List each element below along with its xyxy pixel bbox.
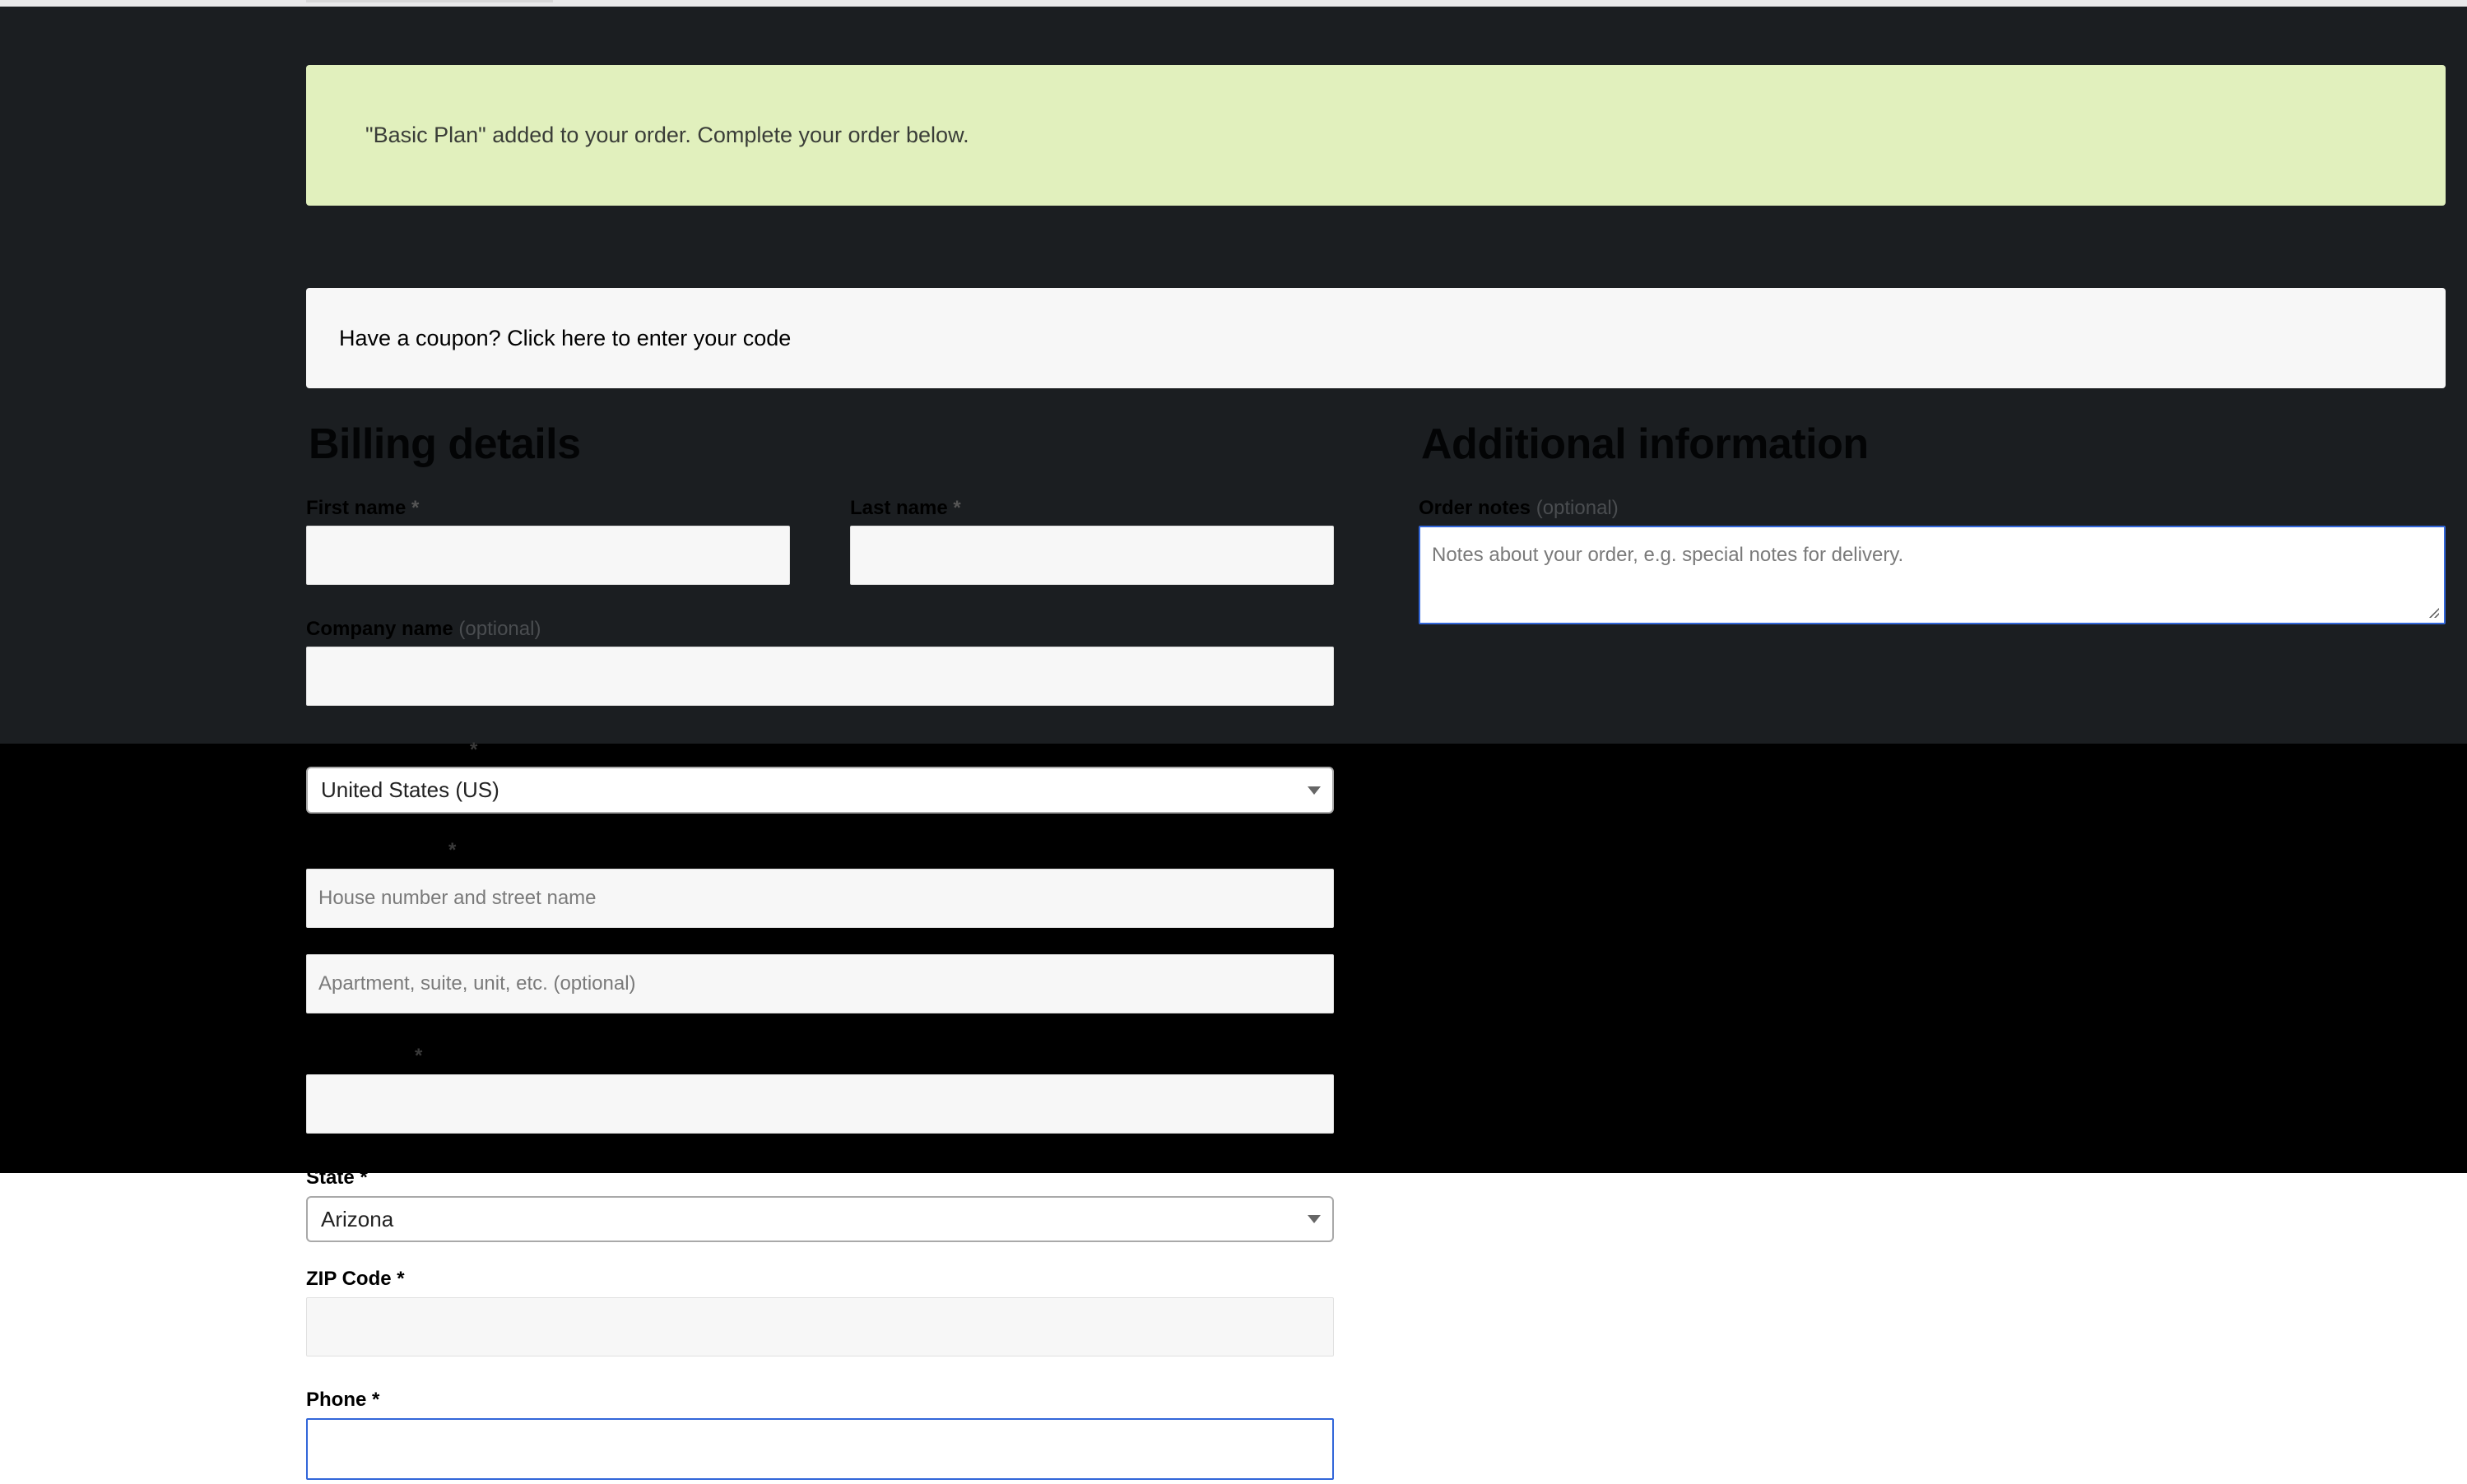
company-name-input[interactable] [306,647,1334,706]
city-input[interactable] [306,1074,1334,1134]
state-label: State * [306,1166,368,1189]
street-address-input[interactable] [306,869,1334,928]
city-required-mark: * [415,1045,423,1067]
order-notes-label: Order notes (optional) [1419,497,1619,519]
chevron-down-icon [1308,786,1321,795]
order-added-notice: "Basic Plan" added to your order. Comple… [306,65,2446,206]
zip-code-input[interactable] [306,1297,1334,1356]
phone-label: Phone * [306,1389,380,1411]
last-name-label: Last name * [850,497,961,519]
phone-input[interactable] [306,1418,1334,1480]
country-select-value: United States (US) [321,777,499,802]
coupon-text[interactable]: Have a coupon? Click here to enter your … [339,326,791,351]
notice-text: "Basic Plan" added to your order. Comple… [365,123,969,147]
country-select[interactable]: United States (US) [306,767,1334,814]
coupon-toggle[interactable]: Have a coupon? Click here to enter your … [306,288,2446,388]
additional-info-title: Additional information [1421,420,1869,468]
street-required-mark: * [448,839,457,861]
state-select-value: Arizona [321,1206,394,1231]
state-select[interactable]: Arizona [306,1196,1334,1242]
resize-handle-icon[interactable] [2428,606,2439,618]
first-name-input[interactable] [306,526,790,585]
company-name-label: Company name (optional) [306,618,541,640]
country-required-mark: * [470,739,478,761]
first-name-label: First name * [306,497,420,519]
order-notes-textarea[interactable] [1419,526,2446,624]
zip-code-label: ZIP Code * [306,1268,405,1290]
apartment-input[interactable] [306,954,1334,1013]
last-name-input[interactable] [850,526,1334,585]
chevron-down-icon [1308,1215,1321,1223]
top-browser-strip [0,0,2467,7]
billing-details-title: Billing details [309,420,581,468]
